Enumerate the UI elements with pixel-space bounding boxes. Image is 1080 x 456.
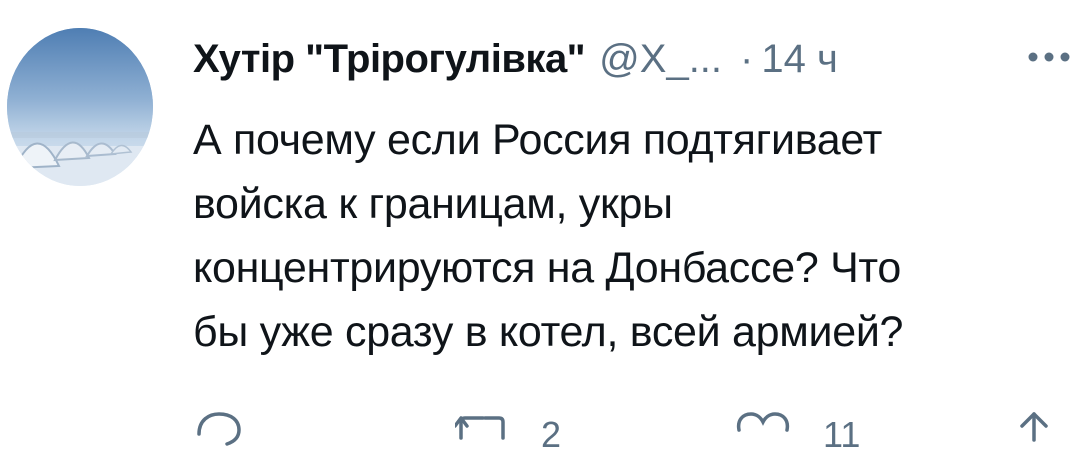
handle[interactable]: @Х_... [599, 37, 722, 82]
reply-button[interactable] [193, 408, 245, 448]
tweet-header: Хутір "Трірогулівка" @Х_... · 14 ч [193, 34, 1063, 84]
tweet[interactable]: Хутір "Трірогулівка" @Х_... · 14 ч А поч… [0, 0, 1080, 455]
heart-icon [736, 412, 790, 432]
separator-dot: · [740, 36, 754, 81]
tweet-text-line: концентрируются на Донбассе? Что [193, 244, 901, 292]
more-options-icon[interactable] [1024, 42, 1074, 72]
reply-icon [197, 412, 241, 446]
display-name[interactable]: Хутір "Трірогулівка" [193, 37, 586, 82]
share-button[interactable] [1008, 408, 1060, 448]
tweet-text: А почему если Россия подтягивает войска … [193, 108, 1053, 364]
like-count: 11 [823, 414, 861, 455]
avatar[interactable] [7, 28, 153, 186]
tweet-text-line: А почему если Россия подтягивает [193, 116, 883, 164]
avatar-image [7, 28, 153, 186]
timestamp[interactable]: 14 ч [761, 37, 837, 82]
like-button[interactable]: 11 [733, 408, 860, 456]
tweet-text-line: войска к границам, укры [193, 180, 673, 228]
retweet-icon [455, 416, 505, 440]
retweet-count: 2 [541, 414, 562, 455]
action-bar: 2 11 [193, 408, 1063, 455]
share-icon [1020, 412, 1048, 442]
retweet-button[interactable]: 2 [455, 408, 561, 456]
tweet-text-line: бы уже сразу в котел, всей армией? [193, 308, 904, 356]
